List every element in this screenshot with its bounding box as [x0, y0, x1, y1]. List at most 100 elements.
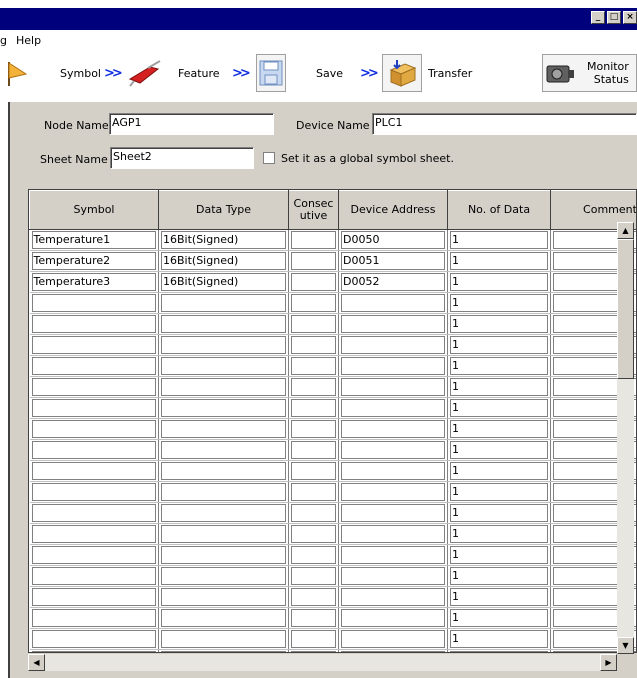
cell-device-address[interactable] [338, 460, 448, 482]
column-header-no-of-data[interactable]: No. of Data [447, 190, 551, 230]
cell-consecutive[interactable] [288, 586, 339, 608]
column-header-consecutive[interactable]: Consec utive [288, 190, 339, 230]
cell-symbol[interactable]: Temperature2 [29, 250, 159, 272]
save-step-button[interactable]: Save [256, 54, 343, 92]
feature-step-button[interactable]: Feature [128, 54, 220, 92]
column-header-symbol[interactable]: Symbol [29, 190, 159, 230]
table-row[interactable]: 1 [29, 418, 636, 440]
cell-consecutive[interactable] [288, 292, 339, 314]
table-row[interactable]: 1 [29, 481, 636, 503]
table-row[interactable]: 1 [29, 397, 636, 419]
cell-device-address[interactable] [338, 607, 448, 629]
cell-data-type[interactable] [158, 376, 289, 398]
table-row[interactable]: 1 [29, 334, 636, 356]
cell-symbol[interactable] [29, 544, 159, 566]
cell-consecutive[interactable] [288, 502, 339, 524]
table-row[interactable]: 1 [29, 355, 636, 377]
cell-symbol[interactable]: Temperature1 [29, 229, 159, 251]
cell-consecutive[interactable] [288, 418, 339, 440]
transfer-step-button[interactable]: Transfer [382, 54, 472, 92]
cell-symbol[interactable] [29, 523, 159, 545]
global-symbol-sheet-checkbox[interactable] [263, 152, 275, 164]
cell-no-of-data[interactable]: 1 [447, 376, 551, 398]
cell-data-type[interactable] [158, 544, 289, 566]
cell-data-type[interactable] [158, 649, 289, 652]
cell-data-type[interactable] [158, 628, 289, 650]
cell-device-address[interactable] [338, 544, 448, 566]
cell-data-type[interactable] [158, 481, 289, 503]
cell-no-of-data[interactable]: 1 [447, 439, 551, 461]
table-row[interactable]: 1 [29, 292, 636, 314]
cell-no-of-data[interactable]: 1 [447, 355, 551, 377]
maximize-button[interactable]: □ [607, 11, 621, 24]
cell-data-type[interactable] [158, 586, 289, 608]
table-row[interactable]: 1 [29, 523, 636, 545]
table-row[interactable]: Temperature2 16Bit(Signed) D0051 1 [29, 250, 636, 272]
cell-device-address[interactable] [338, 628, 448, 650]
cell-device-address[interactable] [338, 376, 448, 398]
cell-data-type[interactable] [158, 439, 289, 461]
cell-no-of-data[interactable]: 1 [447, 607, 551, 629]
cell-consecutive[interactable] [288, 271, 339, 293]
cell-no-of-data[interactable]: 1 [447, 586, 551, 608]
cell-device-address[interactable] [338, 502, 448, 524]
cell-device-address[interactable] [338, 481, 448, 503]
cell-no-of-data[interactable]: 1 [447, 502, 551, 524]
cell-no-of-data[interactable]: 1 [447, 292, 551, 314]
scroll-down-icon[interactable]: ▼ [617, 637, 634, 654]
cell-consecutive[interactable] [288, 544, 339, 566]
sheet-name-field[interactable]: Sheet2 [110, 147, 254, 169]
cell-symbol[interactable] [29, 418, 159, 440]
cell-device-address[interactable] [338, 334, 448, 356]
cell-consecutive[interactable] [288, 376, 339, 398]
cell-data-type[interactable] [158, 397, 289, 419]
cell-no-of-data[interactable]: 1 [447, 229, 551, 251]
cell-consecutive[interactable] [288, 628, 339, 650]
cell-consecutive[interactable] [288, 460, 339, 482]
cell-consecutive[interactable] [288, 334, 339, 356]
cell-data-type[interactable] [158, 292, 289, 314]
cell-data-type[interactable]: 16Bit(Signed) [158, 229, 289, 251]
scroll-thumb[interactable] [617, 239, 634, 379]
table-row[interactable]: Temperature3 16Bit(Signed) D0052 1 [29, 271, 636, 293]
cell-data-type[interactable] [158, 523, 289, 545]
cell-device-address[interactable]: D0050 [338, 229, 448, 251]
cell-device-address[interactable] [338, 397, 448, 419]
cell-no-of-data[interactable]: 1 [447, 397, 551, 419]
cell-no-of-data[interactable]: 1 [447, 649, 551, 652]
cell-device-address[interactable] [338, 292, 448, 314]
cell-no-of-data[interactable]: 1 [447, 460, 551, 482]
table-row[interactable]: 1 [29, 313, 636, 335]
vertical-scrollbar[interactable]: ▲ ▼ [617, 222, 634, 654]
cell-consecutive[interactable] [288, 481, 339, 503]
cell-device-address[interactable] [338, 565, 448, 587]
cell-device-address[interactable] [338, 586, 448, 608]
symbol-step-button[interactable]: Symbol [6, 54, 101, 92]
cell-data-type[interactable] [158, 334, 289, 356]
cell-consecutive[interactable] [288, 355, 339, 377]
cell-no-of-data[interactable]: 1 [447, 481, 551, 503]
device-name-field[interactable]: PLC1 [372, 113, 637, 135]
cell-data-type[interactable] [158, 502, 289, 524]
cell-symbol[interactable] [29, 481, 159, 503]
table-row[interactable]: 1 [29, 460, 636, 482]
cell-data-type[interactable] [158, 418, 289, 440]
cell-consecutive[interactable] [288, 523, 339, 545]
close-button[interactable]: × [623, 11, 637, 24]
cell-data-type[interactable] [158, 313, 289, 335]
cell-no-of-data[interactable]: 1 [447, 271, 551, 293]
scroll-up-icon[interactable]: ▲ [617, 222, 634, 239]
cell-no-of-data[interactable]: 1 [447, 523, 551, 545]
cell-consecutive[interactable] [288, 565, 339, 587]
table-row[interactable]: 1 [29, 649, 636, 652]
cell-device-address[interactable] [338, 523, 448, 545]
table-row[interactable]: Temperature1 16Bit(Signed) D0050 1 [29, 229, 636, 251]
cell-symbol[interactable]: Temperature3 [29, 271, 159, 293]
monitor-status-button[interactable]: Monitor Status [542, 54, 637, 92]
cell-no-of-data[interactable]: 1 [447, 313, 551, 335]
cell-symbol[interactable] [29, 292, 159, 314]
table-row[interactable]: 1 [29, 607, 636, 629]
cell-data-type[interactable] [158, 607, 289, 629]
table-row[interactable]: 1 [29, 376, 636, 398]
cell-no-of-data[interactable]: 1 [447, 334, 551, 356]
